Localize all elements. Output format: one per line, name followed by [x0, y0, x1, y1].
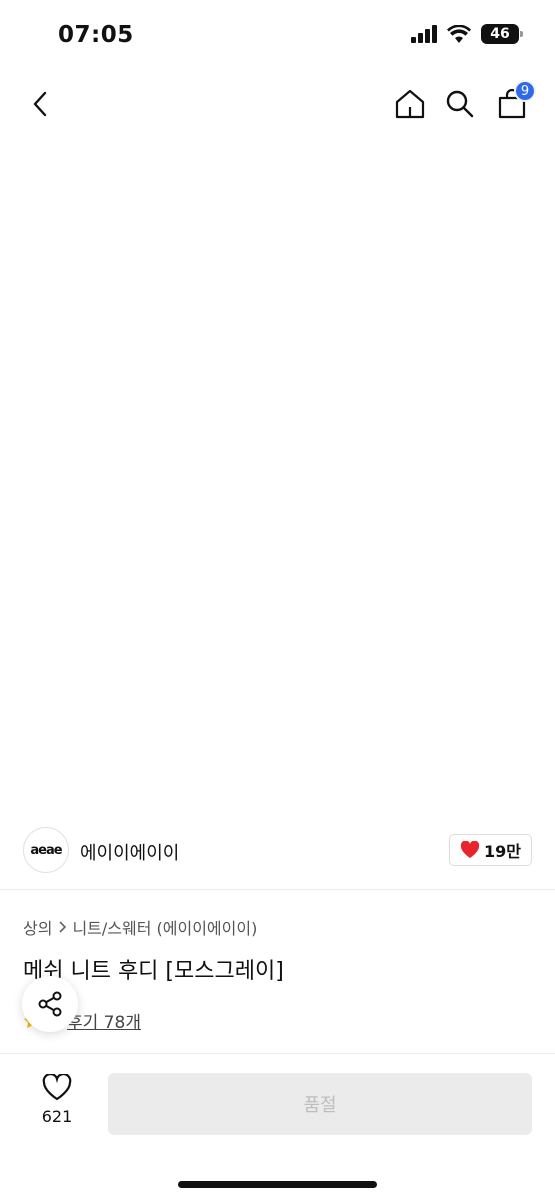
status-bar: 07:05 46: [0, 0, 555, 74]
sold-out-button[interactable]: 품절: [108, 1073, 532, 1135]
battery-indicator: 46: [481, 24, 523, 44]
chevron-right-icon: [59, 921, 67, 933]
share-button[interactable]: [22, 976, 78, 1032]
cart-button[interactable]: 9: [494, 80, 536, 122]
home-icon: [395, 89, 425, 119]
expand-image-button[interactable]: [497, 752, 533, 788]
brand-row[interactable]: aeae 에이이에이이 19만: [0, 810, 555, 890]
back-icon: [33, 91, 47, 117]
signal-icon: [411, 25, 437, 43]
cart-count-badge: 9: [514, 80, 536, 102]
expand-icon: [507, 762, 523, 778]
top-nav: 9: [0, 74, 555, 136]
brand-logo[interactable]: aeae: [23, 827, 69, 873]
search-icon: [446, 90, 474, 118]
share-icon: [38, 991, 62, 1017]
status-time: 07:05: [58, 22, 134, 48]
wishlist-count: 621: [41, 1107, 73, 1126]
status-icons: 46: [411, 24, 523, 44]
hoodie-image: [196, 331, 368, 603]
bottom-action-bar: 621 품절: [0, 1053, 555, 1200]
wifi-icon: [447, 25, 471, 43]
brand-name[interactable]: 에이이에이이: [80, 839, 179, 865]
home-indicator: [178, 1181, 377, 1188]
brand-like-button[interactable]: 19만: [449, 834, 532, 866]
review-count-link[interactable]: 후기 78개: [67, 1008, 141, 1033]
breadcrumb-subcategory[interactable]: 니트/스웨터 (에이이에이이): [72, 915, 257, 939]
breadcrumb-category[interactable]: 상의: [23, 915, 52, 939]
back-button[interactable]: [22, 86, 58, 122]
brand-logo-text: aeae: [30, 842, 62, 858]
heart-filled-icon: [460, 841, 480, 858]
wishlist-button[interactable]: 621: [36, 1074, 78, 1126]
search-button[interactable]: [442, 86, 478, 122]
brand-like-count: 19만: [484, 842, 521, 861]
heart-outline-icon: [42, 1074, 72, 1101]
breadcrumb: 상의 니트/스웨터 (에이이에이이): [23, 915, 257, 939]
home-button[interactable]: [392, 86, 428, 122]
